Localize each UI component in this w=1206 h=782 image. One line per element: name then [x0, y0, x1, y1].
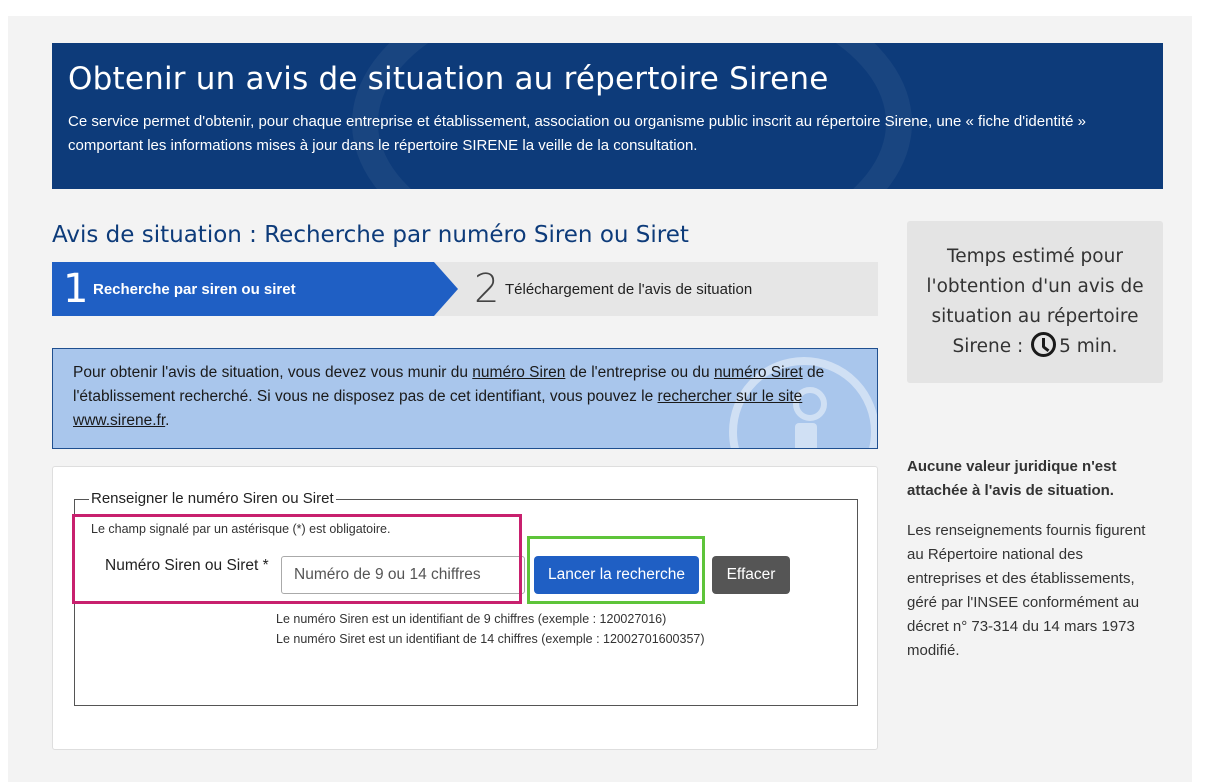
info-text-part1: Pour obtenir l'avis de situation, vous d… [73, 364, 473, 381]
fieldset-legend: Renseigner le numéro Siren ou Siret [89, 490, 336, 507]
info-text-part4: . [165, 412, 170, 429]
link-numero-siren[interactable]: numéro Siren [472, 364, 565, 381]
estimated-time-value: 5 min. [1059, 336, 1118, 357]
step-progress: 1 Recherche par siren ou siret 2 Télécha… [52, 262, 878, 316]
step-1-label: Recherche par siren ou siret [93, 281, 296, 298]
step-2-label: Téléchargement de l'avis de situation [505, 281, 753, 298]
step-2-number: 2 [474, 266, 500, 312]
hint-siret: Le numéro Siret est un identifiant de 14… [276, 632, 705, 646]
link-numero-siret[interactable]: numéro Siret [714, 364, 803, 381]
step-1-active: 1 Recherche par siren ou siret [52, 262, 434, 316]
step-1-arrow [434, 262, 458, 316]
clock-icon [1031, 332, 1057, 357]
page-title: Obtenir un avis de situation au répertoi… [68, 61, 829, 97]
info-text: Pour obtenir l'avis de situation, vous d… [73, 361, 863, 433]
info-box: Pour obtenir l'avis de situation, vous d… [52, 348, 878, 449]
search-card: Renseigner le numéro Siren ou Siret Le c… [52, 466, 878, 750]
legal-disclaimer: Aucune valeur juridique n'est attachée à… [907, 458, 1117, 499]
highlight-box-required-field [72, 514, 522, 604]
hint-siren: Le numéro Siren est un identifiant de 9 … [276, 612, 667, 626]
step-1-number: 1 [63, 266, 89, 312]
clear-button[interactable]: Effacer [712, 556, 790, 594]
highlight-box-search-button [527, 536, 705, 604]
info-text-part2: de l'entreprise ou du [565, 364, 714, 381]
hero-description: Ce service permet d'obtenir, pour chaque… [68, 113, 1086, 154]
estimated-time-box: Temps estimé pour l'obtention d'un avis … [907, 221, 1163, 383]
hero-banner: Obtenir un avis de situation au répertoi… [52, 43, 1163, 189]
section-title: Avis de situation : Recherche par numéro… [52, 222, 689, 248]
legal-text: Les renseignements fournis figurent au R… [907, 522, 1146, 659]
